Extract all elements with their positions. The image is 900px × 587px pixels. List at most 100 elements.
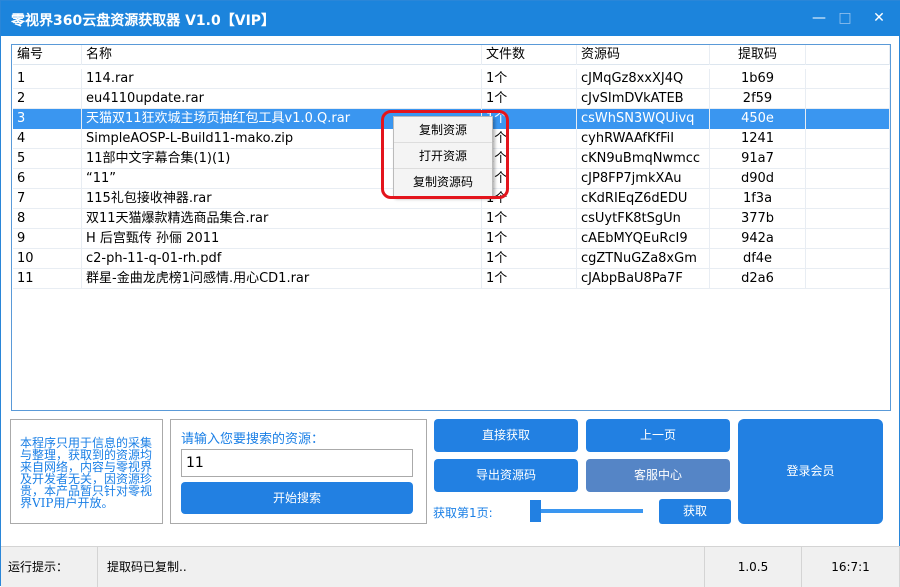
status-message: 提取码已复制.. — [98, 547, 705, 587]
table-row[interactable]: 1 114.rar 1个 cJMqGz8xxXJ4Q 1b69 — [13, 69, 890, 89]
cell-resource-code: cyhRWAAfKfFiI — [577, 129, 710, 149]
cell-resource-code: cJAbpBaU8Pa7F — [577, 269, 710, 289]
cell-name: 群星-金曲龙虎榜1问感情.用心CD1.rar — [82, 269, 482, 289]
filler-cell — [806, 209, 890, 229]
minimize-button[interactable]: — — [807, 7, 831, 29]
app-window: 零视界360云盘资源获取器 V1.0【VIP】 — □ ✕ 编号 名称 文件数 资源码… — [0, 0, 900, 587]
menu-open-resource[interactable]: 打开资源 — [394, 143, 492, 169]
header-file-count: 文件数 — [482, 45, 577, 65]
cell-id: 4 — [13, 129, 82, 149]
cell-resource-code: cJvSImDVkATEB — [577, 89, 710, 109]
cell-id: 9 — [13, 229, 82, 249]
resource-table[interactable]: 编号 名称 文件数 资源码 提取码 1 114.rar 1个 cJMqGz8xxXJ4Q 1b69… — [11, 44, 891, 411]
cell-name: 双11天猫爆款精选商品集合.rar — [82, 209, 482, 229]
cell-file-count: 1个 — [482, 149, 577, 169]
cell-resource-code: cKdRIEqZ6dEDU — [577, 189, 710, 209]
title-bar: 零视界360云盘资源获取器 V1.0【VIP】 — □ ✕ — [1, 1, 900, 36]
table-row[interactable]: 8 双11天猫爆款精选商品集合.rar 1个 csUytFK8tSgUn 377b — [13, 209, 890, 229]
cell-resource-code: cJMqGz8xxXJ4Q — [577, 69, 710, 89]
menu-copy-resource[interactable]: 复制资源 — [394, 117, 492, 143]
cell-resource-code: cJP8FP7jmkXAu — [577, 169, 710, 189]
cell-id: 2 — [13, 89, 82, 109]
clock-label: 16:7:1 — [802, 547, 900, 587]
cell-file-count: 1个 — [482, 249, 577, 269]
cell-resource-code: csWhSN3WQUivq — [577, 109, 710, 129]
cell-id: 6 — [13, 169, 82, 189]
cell-file-count: 1个 — [482, 169, 577, 189]
cell-file-count: 1个 — [482, 229, 577, 249]
cell-extract-code: 1b69 — [710, 69, 806, 89]
cell-id: 11 — [13, 269, 82, 289]
login-member-button[interactable]: 登录会员 — [738, 419, 883, 524]
cell-extract-code: 1241 — [710, 129, 806, 149]
cell-file-count: 1个 — [482, 269, 577, 289]
filler-cell — [806, 109, 890, 129]
header-id: 编号 — [13, 45, 82, 65]
cell-id: 7 — [13, 189, 82, 209]
cell-file-count: 1个 — [482, 69, 577, 89]
header-name: 名称 — [82, 45, 482, 65]
table-row[interactable]: 2 eu4110update.rar 1个 cJvSImDVkATEB 2f59 — [13, 89, 890, 109]
status-label: 运行提示： — [1, 547, 98, 587]
cell-name: eu4110update.rar — [82, 89, 482, 109]
page-slider-track[interactable] — [540, 509, 643, 513]
cell-file-count: 1个 — [482, 129, 577, 149]
version-label: 1.0.5 — [705, 547, 802, 587]
filler-cell — [806, 269, 890, 289]
maximize-button[interactable]: □ — [833, 7, 857, 29]
search-panel: 请输入您要搜索的资源： 11 开始搜索 — [170, 419, 427, 524]
search-label: 请输入您要搜索的资源： — [181, 432, 325, 447]
cell-extract-code: d90d — [710, 169, 806, 189]
cell-file-count: 1个 — [482, 89, 577, 109]
window-title: 零视界360云盘资源获取器 V1.0【VIP】 — [11, 13, 276, 29]
filler-cell — [806, 189, 890, 209]
cell-file-count: 1个 — [482, 109, 577, 129]
page-slider-thumb[interactable] — [530, 500, 541, 522]
prev-page-button[interactable]: 上一页 — [586, 419, 730, 452]
start-search-button[interactable]: 开始搜索 — [181, 482, 413, 514]
filler-cell — [806, 149, 890, 169]
filler-cell — [806, 129, 890, 149]
page-label: 获取第1页: — [433, 506, 493, 520]
filler-cell — [806, 45, 890, 65]
search-input[interactable]: 11 — [181, 449, 413, 477]
cell-resource-code: csUytFK8tSgUn — [577, 209, 710, 229]
filler-cell — [806, 169, 890, 189]
cell-extract-code: 1f3a — [710, 189, 806, 209]
cell-resource-code: cgZTNuGZa8xGm — [577, 249, 710, 269]
status-bar: 运行提示： 提取码已复制.. 1.0.5 16:7:1 — [1, 546, 900, 587]
cell-file-count: 1个 — [482, 189, 577, 209]
cell-file-count: 1个 — [482, 209, 577, 229]
cell-extract-code: d2a6 — [710, 269, 806, 289]
cell-id: 3 — [13, 109, 82, 129]
cell-extract-code: df4e — [710, 249, 806, 269]
table-row[interactable]: 9H 后宫甄传 孙俪 2011 1个 cAEbMYQEuRcI9 942a — [13, 229, 890, 249]
filler-cell — [806, 69, 890, 89]
cell-name: 114.rar — [82, 69, 482, 89]
cell-id: 1 — [13, 69, 82, 89]
close-button[interactable]: ✕ — [867, 7, 891, 29]
customer-service-button[interactable]: 客服中心 — [586, 459, 730, 492]
cell-extract-code: 450e — [710, 109, 806, 129]
filler-cell — [806, 249, 890, 269]
table-row[interactable]: 10 c2-ph-11-q-01-rh.pdf 1个 cgZTNuGZa8xGm df4… — [13, 249, 890, 269]
filler-cell — [806, 229, 890, 249]
cell-extract-code: 2f59 — [710, 89, 806, 109]
export-code-button[interactable]: 导出资源码 — [434, 459, 578, 492]
filler-cell — [806, 89, 890, 109]
cell-name: c2-ph-11-q-01-rh.pdf — [82, 249, 482, 269]
direct-fetch-button[interactable]: 直接获取 — [434, 419, 578, 452]
menu-copy-resource-code[interactable]: 复制资源码 — [394, 169, 492, 195]
context-menu: 复制资源 打开资源 复制资源码 — [393, 116, 493, 197]
fetch-button[interactable]: 获取 — [659, 499, 731, 524]
table-row[interactable]: 11 群星-金曲龙虎榜1问感情.用心CD1.rar 1个 cJAbpBaU8Pa7F d… — [13, 269, 890, 289]
table-header[interactable]: 编号 名称 文件数 资源码 提取码 — [13, 45, 890, 65]
cell-id: 5 — [13, 149, 82, 169]
cell-id: 8 — [13, 209, 82, 229]
header-extract-code: 提取码 — [710, 45, 806, 65]
cell-resource-code: cKN9uBmqNwmcc — [577, 149, 710, 169]
cell-extract-code: 942a — [710, 229, 806, 249]
disclaimer-text: 本程序只用于信息的采集与整理，获取到的资源均来自网络，内容与零视界及开发者无关，… — [10, 419, 163, 524]
cell-name: H 后宫甄传 孙俪 2011 — [82, 229, 482, 249]
cell-id: 10 — [13, 249, 82, 269]
